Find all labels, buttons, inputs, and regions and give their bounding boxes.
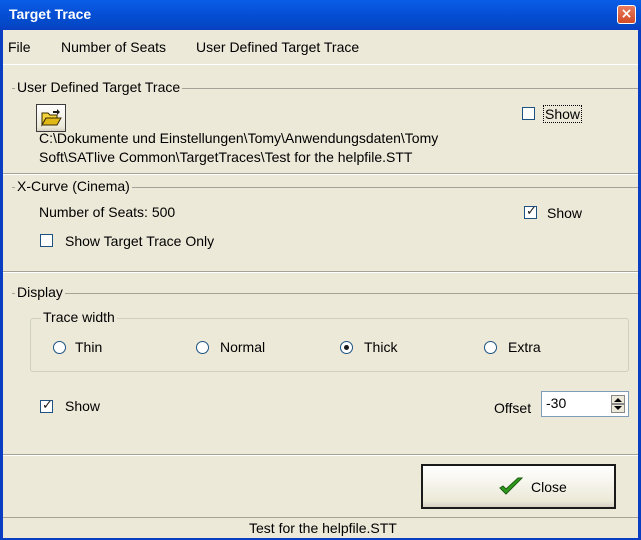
close-icon: ×	[620, 6, 633, 22]
section-divider	[3, 271, 638, 273]
radio-thick-label[interactable]: Thick	[364, 339, 397, 355]
close-window-button[interactable]: ×	[617, 5, 636, 24]
target-trace-window: Target Trace × File Number of Seats User…	[0, 0, 641, 540]
close-button[interactable]: Close	[421, 464, 616, 509]
xcurve-legend: X-Curve (Cinema)	[15, 178, 132, 194]
checkmark-icon: ✓	[42, 398, 53, 413]
arrow-up-icon	[614, 398, 622, 402]
xcurve-show-label[interactable]: Show	[547, 205, 582, 221]
menu-user-defined-target-trace[interactable]: User Defined Target Trace	[196, 39, 359, 55]
radio-thin-label[interactable]: Thin	[75, 339, 102, 355]
radio-normal[interactable]	[196, 341, 209, 354]
radio-selected-dot	[344, 345, 349, 350]
open-folder-icon	[41, 109, 62, 127]
offset-spin-up[interactable]	[611, 395, 625, 404]
menu-bar: File Number of Seats User Defined Target…	[3, 30, 638, 65]
menu-file[interactable]: File	[8, 39, 31, 55]
display-show-label[interactable]: Show	[65, 398, 100, 414]
display-show-checkbox[interactable]: ✓	[40, 398, 53, 413]
number-of-seats-text: Number of Seats: 500	[39, 204, 176, 220]
xcurve-show-checkbox[interactable]: ✓	[524, 204, 537, 219]
user-trace-show-label[interactable]: Show	[543, 105, 583, 123]
user-trace-legend: User Defined Target Trace	[15, 79, 183, 95]
menu-number-of-seats[interactable]: Number of Seats	[61, 39, 166, 55]
radio-thin[interactable]	[53, 341, 66, 354]
section-divider	[3, 173, 638, 175]
window-title: Target Trace	[9, 6, 92, 22]
offset-spin-down[interactable]	[611, 404, 625, 413]
user-trace-show-checkbox[interactable]	[522, 107, 535, 120]
trace-width-legend: Trace width	[41, 309, 117, 325]
target-trace-only-label[interactable]: Show Target Trace Only	[65, 233, 214, 249]
radio-normal-label[interactable]: Normal	[220, 339, 265, 355]
display-section-line	[12, 293, 638, 294]
status-bar: Test for the helpfile.STT	[3, 517, 638, 538]
radio-extra[interactable]	[484, 341, 497, 354]
display-legend: Display	[15, 284, 65, 300]
checkmark-icon: ✓	[526, 204, 537, 219]
status-text: Test for the helpfile.STT	[249, 520, 397, 536]
section-divider	[3, 454, 638, 456]
user-trace-path-line2: Soft\SATlive Common\TargetTraces\Test fo…	[39, 149, 413, 165]
radio-thick[interactable]	[340, 341, 353, 354]
checkmark-icon	[499, 477, 524, 495]
close-button-label: Close	[531, 479, 567, 495]
target-trace-only-checkbox[interactable]	[40, 234, 53, 247]
offset-label: Offset	[494, 400, 532, 416]
arrow-down-icon	[614, 406, 622, 410]
radio-extra-label[interactable]: Extra	[508, 339, 541, 355]
open-file-button[interactable]	[36, 104, 66, 132]
offset-spinbox[interactable]: -30	[541, 391, 629, 417]
title-bar[interactable]: Target Trace ×	[0, 0, 641, 30]
user-trace-path-line1: C:\Dokumente und Einstellungen\Tomy\Anwe…	[39, 130, 439, 146]
offset-value: -30	[546, 395, 567, 411]
